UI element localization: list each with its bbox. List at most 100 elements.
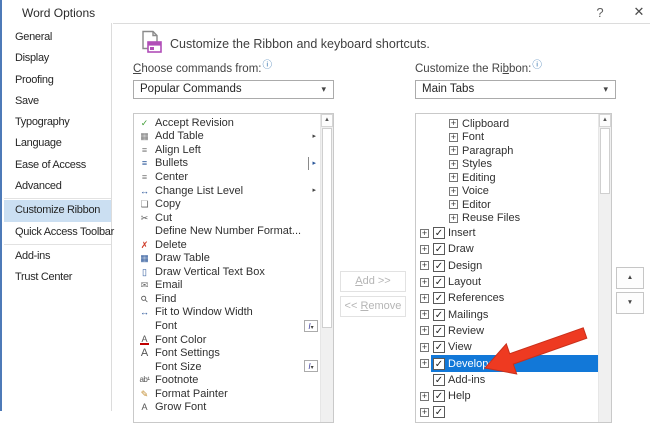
- expand-plus-icon[interactable]: +: [420, 229, 429, 238]
- command-item-cut[interactable]: ✂Cut: [134, 211, 320, 225]
- scrollbar-thumb[interactable]: [600, 128, 610, 194]
- expand-plus-icon[interactable]: +: [420, 245, 429, 254]
- checkbox-checked[interactable]: ✓: [433, 260, 445, 272]
- sidebar-item-display[interactable]: Display: [4, 48, 111, 69]
- sidebar-item-proofing[interactable]: Proofing: [4, 70, 111, 91]
- command-item-font-settings[interactable]: AFont Settings: [134, 346, 320, 360]
- command-item-format-painter[interactable]: ✎Format Painter: [134, 387, 320, 401]
- ribbon-group-paragraph[interactable]: +Paragraph: [416, 144, 598, 158]
- expand-plus-icon[interactable]: +: [449, 119, 458, 128]
- command-item-align-left[interactable]: ≡Align Left: [134, 143, 320, 157]
- info-icon[interactable]: ⓘ: [532, 60, 542, 71]
- command-item-grow-font[interactable]: AGrow Font: [134, 400, 320, 414]
- flyout-arrow-icon[interactable]: ▸: [308, 157, 316, 170]
- flyout-arrow-icon[interactable]: ▸: [312, 130, 316, 143]
- ribbon-tab-design[interactable]: +✓Design: [416, 258, 598, 274]
- flyout-arrow-icon[interactable]: ▸: [312, 184, 316, 197]
- command-item-font-size[interactable]: Font SizeI▾: [134, 360, 320, 374]
- customize-ribbon-dropdown[interactable]: Main Tabs ▾: [415, 80, 616, 99]
- close-icon[interactable]: ✕: [630, 4, 648, 21]
- scroll-up-icon[interactable]: ▲: [599, 114, 611, 127]
- sidebar-item-add-ins[interactable]: Add-ins: [4, 246, 111, 267]
- command-item-change-list-level[interactable]: ↔Change List Level▸: [134, 184, 320, 198]
- expand-plus-icon[interactable]: +: [420, 294, 429, 303]
- expand-plus-icon[interactable]: +: [449, 146, 458, 155]
- sidebar-item-general[interactable]: General: [4, 27, 111, 48]
- ribbon-group-editor[interactable]: +Editor: [416, 198, 598, 212]
- command-item-bullets[interactable]: ≡Bullets▸: [134, 157, 320, 171]
- expand-plus-icon[interactable]: +: [420, 310, 429, 319]
- command-item-define-new-number-format[interactable]: Define New Number Format...: [134, 224, 320, 238]
- ribbon-tab-view[interactable]: +✓View: [416, 339, 598, 355]
- move-up-button[interactable]: ▲: [616, 267, 644, 289]
- help-button[interactable]: ?: [592, 5, 608, 21]
- command-item-find[interactable]: ⚲Find: [134, 292, 320, 306]
- checkbox-checked[interactable]: ✓: [433, 390, 445, 402]
- main-tabs-scrollbar[interactable]: ▲: [598, 114, 611, 422]
- expand-plus-icon[interactable]: +: [449, 187, 458, 196]
- expand-plus-icon[interactable]: +: [449, 133, 458, 142]
- ribbon-tab-help[interactable]: +✓Help: [416, 388, 598, 404]
- font-picker-control[interactable]: I▾: [304, 360, 318, 372]
- ribbon-item-partial[interactable]: +✓: [416, 404, 598, 420]
- expand-plus-icon[interactable]: +: [449, 214, 458, 223]
- ribbon-tab-draw[interactable]: +✓Draw: [416, 241, 598, 257]
- ribbon-group-reuse-files[interactable]: +Reuse Files: [416, 212, 598, 226]
- checkbox-checked[interactable]: ✓: [433, 325, 445, 337]
- command-item-font-color[interactable]: AFont Color: [134, 333, 320, 347]
- scroll-up-icon[interactable]: ▲: [321, 114, 333, 127]
- expand-plus-icon[interactable]: +: [449, 173, 458, 182]
- ribbon-tab-add-ins[interactable]: ✓Add-ins: [416, 372, 598, 388]
- command-item-delete[interactable]: ✗Delete: [134, 238, 320, 252]
- ribbon-group-styles[interactable]: +Styles: [416, 158, 598, 172]
- command-item-fit-to-window-width[interactable]: ↔Fit to Window Width: [134, 306, 320, 320]
- add-button[interactable]: Add >>: [340, 271, 406, 292]
- checkbox-checked[interactable]: ✓: [433, 276, 445, 288]
- sidebar-item-ease-of-access[interactable]: Ease of Access: [4, 155, 111, 176]
- move-down-button[interactable]: ▼: [616, 292, 644, 314]
- checkbox-checked[interactable]: ✓: [433, 406, 445, 418]
- font-picker-control[interactable]: I▾: [304, 320, 318, 332]
- sidebar-item-save[interactable]: Save: [4, 91, 111, 112]
- expand-plus-icon[interactable]: +: [420, 359, 429, 368]
- checkbox-checked[interactable]: ✓: [433, 358, 445, 370]
- ribbon-tab-mailings[interactable]: +✓Mailings: [416, 306, 598, 322]
- command-item-email[interactable]: ✉Email: [134, 279, 320, 293]
- sidebar-item-advanced[interactable]: Advanced: [4, 176, 111, 197]
- ribbon-group-editing[interactable]: +Editing: [416, 171, 598, 185]
- ribbon-tab-review[interactable]: +✓Review: [416, 323, 598, 339]
- expand-plus-icon[interactable]: +: [420, 392, 429, 401]
- choose-commands-dropdown[interactable]: Popular Commands ▾: [133, 80, 334, 99]
- ribbon-group-font[interactable]: +Font: [416, 131, 598, 145]
- ribbon-tab-developer[interactable]: +✓Developer: [416, 355, 598, 371]
- expand-plus-icon[interactable]: +: [449, 200, 458, 209]
- command-item-center[interactable]: ≡Center: [134, 170, 320, 184]
- command-item-accept-revision[interactable]: ✓Accept Revision: [134, 116, 320, 130]
- command-item-draw-table[interactable]: ▦Draw Table: [134, 251, 320, 265]
- command-item-copy[interactable]: ❏Copy: [134, 197, 320, 211]
- command-item-footnote[interactable]: ab¹Footnote: [134, 373, 320, 387]
- commands-scrollbar[interactable]: ▲: [320, 114, 333, 422]
- expand-plus-icon[interactable]: +: [420, 261, 429, 270]
- sidebar-item-language[interactable]: Language: [4, 133, 111, 154]
- ribbon-group-voice[interactable]: +Voice: [416, 185, 598, 199]
- checkbox-checked[interactable]: ✓: [433, 341, 445, 353]
- remove-button[interactable]: << Remove: [340, 296, 406, 317]
- sidebar-item-trust-center[interactable]: Trust Center: [4, 267, 111, 288]
- command-item-add-table[interactable]: ▦Add Table▸: [134, 130, 320, 144]
- expand-plus-icon[interactable]: +: [420, 343, 429, 352]
- ribbon-tab-layout[interactable]: +✓Layout: [416, 274, 598, 290]
- ribbon-group-clipboard[interactable]: +Clipboard: [416, 117, 598, 131]
- scrollbar-thumb[interactable]: [322, 128, 332, 328]
- ribbon-tab-references[interactable]: +✓References: [416, 290, 598, 306]
- expand-plus-icon[interactable]: +: [420, 278, 429, 287]
- command-item-draw-vertical-text-box[interactable]: ▯Draw Vertical Text Box: [134, 265, 320, 279]
- checkbox-checked[interactable]: ✓: [433, 374, 445, 386]
- checkbox-checked[interactable]: ✓: [433, 292, 445, 304]
- expand-plus-icon[interactable]: +: [420, 408, 429, 417]
- sidebar-item-quick-access-toolbar[interactable]: Quick Access Toolbar: [4, 222, 111, 243]
- checkbox-checked[interactable]: ✓: [433, 243, 445, 255]
- checkbox-checked[interactable]: ✓: [433, 227, 445, 239]
- checkbox-checked[interactable]: ✓: [433, 309, 445, 321]
- expand-plus-icon[interactable]: +: [449, 160, 458, 169]
